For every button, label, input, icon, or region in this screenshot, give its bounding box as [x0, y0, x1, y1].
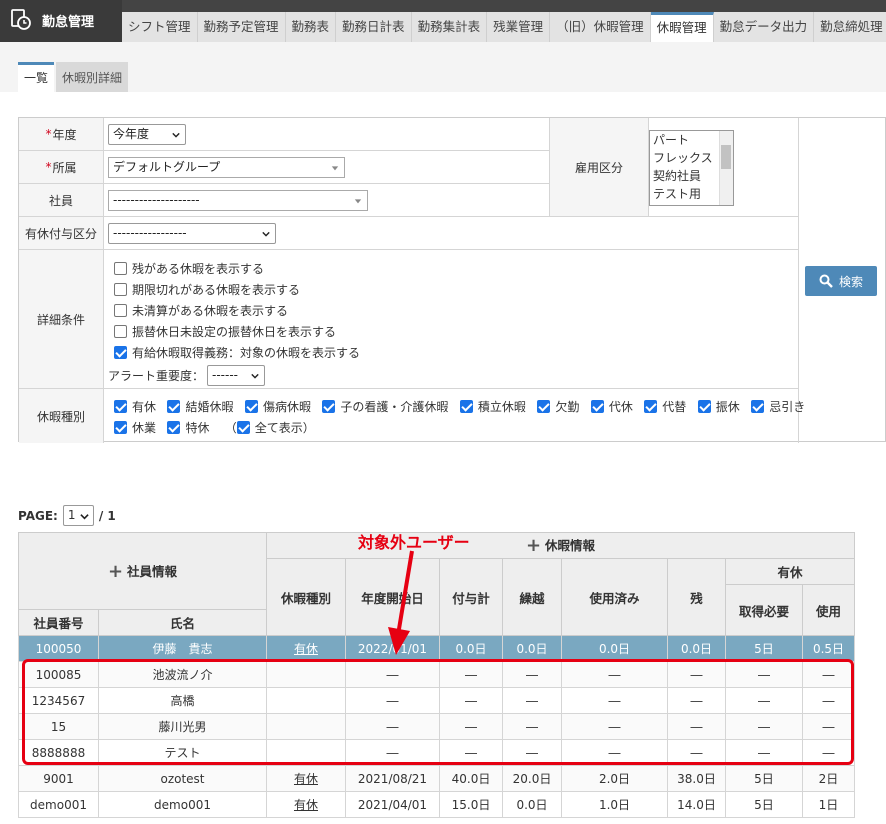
- employee-info-header[interactable]: + 社員情報: [18, 532, 267, 610]
- sub-tab-bar: 一覧 休暇別詳細: [0, 42, 886, 92]
- table-row[interactable]: demo001 demo001 有休 2021/04/01 15.0日 0.0日…: [18, 791, 855, 818]
- app-brand[interactable]: 勤怠管理: [0, 0, 122, 42]
- detail-option-expired[interactable]: 期限切れがある休暇を表示する: [114, 281, 300, 298]
- nav-tab-leave[interactable]: 休暇管理: [650, 12, 714, 42]
- leave-type-link[interactable]: 有休: [294, 798, 318, 812]
- leave-type-care[interactable]: 子の看護・介護休暇: [322, 400, 448, 414]
- employee-label: 社員: [19, 184, 104, 217]
- nav-tab-overtime[interactable]: 残業管理: [487, 12, 551, 42]
- chevron-down-icon: [80, 514, 89, 520]
- nav-tab-timesheet[interactable]: 勤務表: [285, 12, 337, 42]
- leave-types-row2: 休業 特休 （全て表示）: [114, 419, 315, 436]
- leave-type-link[interactable]: 有休: [294, 642, 318, 656]
- nav-tab-schedule[interactable]: 勤務予定管理: [197, 12, 286, 42]
- leave-type-sick[interactable]: 傷病休暇: [244, 400, 311, 414]
- search-form: * 年度 今年度 * 所属 デフォルトグループ 社員 ---------------…: [18, 117, 886, 443]
- table-row[interactable]: 100050 伊藤 貴志 有休 2022/01/01 0.0日 0.0日 0.0…: [18, 635, 855, 662]
- top-bar: 勤怠管理 シフト管理 勤務予定管理 勤務表 勤務日計表 勤務集計表 残業管理 （…: [0, 0, 886, 42]
- alert-row: アラート重要度： ------: [108, 365, 266, 386]
- checkbox[interactable]: [114, 283, 127, 296]
- leave-type-paid[interactable]: 有休: [114, 400, 156, 414]
- triangle-down-icon: [354, 199, 362, 204]
- plus-icon: +: [525, 535, 542, 556]
- chevron-down-icon: [172, 132, 180, 138]
- col-paid-leave-group: 有休: [725, 558, 855, 585]
- search-button[interactable]: 検索: [805, 266, 877, 296]
- alert-select[interactable]: ------: [207, 365, 266, 386]
- employment-label: 雇用区分: [549, 118, 649, 217]
- checkbox-checked[interactable]: [114, 346, 127, 359]
- detail-option-unsettled[interactable]: 未清算がある休暇を表示する: [114, 302, 288, 319]
- detail-option-transfer[interactable]: 振替休日未設定の振替休日を表示する: [114, 323, 336, 340]
- nav-tab-daily[interactable]: 勤務日計表: [336, 12, 412, 42]
- sub-tab-list[interactable]: 一覧: [18, 62, 55, 92]
- col-grant-total: 付与計: [439, 558, 503, 636]
- leave-type-special[interactable]: 特休: [167, 421, 209, 435]
- sub-tab-detail[interactable]: 休暇別詳細: [56, 62, 129, 92]
- table-row[interactable]: 9001 ozotest 有休 2021/08/21 40.0日 20.0日 2…: [18, 765, 855, 792]
- col-remaining: 残: [667, 558, 726, 636]
- chevron-down-icon: [262, 231, 270, 237]
- detail-option-remaining[interactable]: 残がある休暇を表示する: [114, 260, 264, 277]
- grant-select[interactable]: -----------------: [108, 223, 276, 244]
- leave-types-row1: 有休 結婚休暇 傷病休暇 子の看護・介護休暇 積立休暇 欠勤 代休 代替 振休 …: [114, 398, 805, 415]
- nav-tab-export[interactable]: 勤怠データ出力: [713, 12, 815, 42]
- col-carry-over: 繰越: [502, 558, 562, 636]
- chevron-down-icon: [251, 373, 259, 379]
- col-leave-type: 休暇種別: [266, 558, 346, 636]
- leave-type-compensatory[interactable]: 代休: [590, 400, 633, 414]
- search-icon: [819, 274, 833, 288]
- grant-label: 有休付与区分: [19, 217, 104, 250]
- table-row[interactable]: 1234567 高橋 ― ― ― ― ― ― ―: [18, 687, 855, 714]
- leave-table: + 社員情報 + 休暇情報 休暇種別 年度開始日 付与計 繰越 使用済み 残 有休 …: [18, 532, 855, 818]
- pager: PAGE: 1 / 1: [18, 505, 116, 526]
- col-used: 使用済み: [561, 558, 668, 636]
- nav-tab-old-leave[interactable]: （旧）休暇管理: [550, 12, 651, 42]
- annotation-callout: 対象外ユーザー: [358, 533, 470, 552]
- col-year-start: 年度開始日: [345, 558, 440, 636]
- dept-select[interactable]: デフォルトグループ: [108, 157, 345, 178]
- leave-type-suspension[interactable]: 休業: [114, 421, 156, 435]
- main-nav: シフト管理 勤務予定管理 勤務表 勤務日計表 勤務集計表 残業管理 （旧）休暇管…: [122, 12, 886, 42]
- dept-label: * 所属: [19, 151, 104, 184]
- leave-type-absence[interactable]: 欠勤: [537, 400, 579, 414]
- checkbox[interactable]: [114, 325, 127, 338]
- show-all-toggle[interactable]: （全て表示）: [225, 421, 315, 435]
- table-row[interactable]: 15 藤川光男 ― ― ― ― ― ― ―: [18, 713, 855, 740]
- page-select[interactable]: 1: [62, 505, 94, 526]
- nav-tab-closing[interactable]: 勤怠締処理: [814, 12, 886, 42]
- year-select[interactable]: 今年度: [108, 124, 186, 145]
- nav-tab-summary[interactable]: 勤務集計表: [411, 12, 488, 42]
- clock-document-icon: [11, 9, 31, 30]
- app-title: 勤怠管理: [42, 15, 95, 30]
- triangle-down-icon: [331, 166, 339, 171]
- col-usage: 使用: [802, 584, 855, 636]
- table-row[interactable]: 8888888 テスト ― ― ― ― ― ― ―: [18, 739, 855, 766]
- employment-listbox[interactable]: パート フレックス 契約社員 テスト用: [649, 130, 734, 206]
- employee-select[interactable]: --------------------: [108, 190, 368, 211]
- detail-option-obligation[interactable]: 有給休暇取得義務：対象の休暇を表示する: [114, 344, 360, 361]
- plus-icon: +: [107, 560, 124, 582]
- leave-type-bereavement[interactable]: 忌引き: [751, 400, 805, 414]
- detail-label: 詳細条件: [19, 250, 104, 389]
- leave-type-marriage[interactable]: 結婚休暇: [167, 400, 233, 414]
- col-required: 取得必要: [725, 584, 803, 636]
- leave-type-transfer[interactable]: 振休: [697, 400, 740, 414]
- col-name: 氏名: [98, 609, 267, 636]
- table-row[interactable]: 100085 池波流ノ介 ― ― ― ― ― ― ―: [18, 661, 855, 688]
- leave-type-reserve[interactable]: 積立休暇: [459, 400, 526, 414]
- leave-type-link[interactable]: 有休: [294, 772, 318, 786]
- leave-type-label: 休暇種別: [19, 389, 104, 443]
- leave-type-substitute[interactable]: 代替: [644, 400, 686, 414]
- checkbox[interactable]: [114, 262, 127, 275]
- leave-info-header[interactable]: + 休暇情報: [266, 532, 855, 559]
- nav-tab-shift[interactable]: シフト管理: [122, 12, 198, 42]
- col-emp-no: 社員番号: [18, 609, 99, 636]
- year-label: * 年度: [19, 118, 104, 151]
- checkbox[interactable]: [114, 304, 127, 317]
- listbox-scrollbar[interactable]: [719, 131, 733, 205]
